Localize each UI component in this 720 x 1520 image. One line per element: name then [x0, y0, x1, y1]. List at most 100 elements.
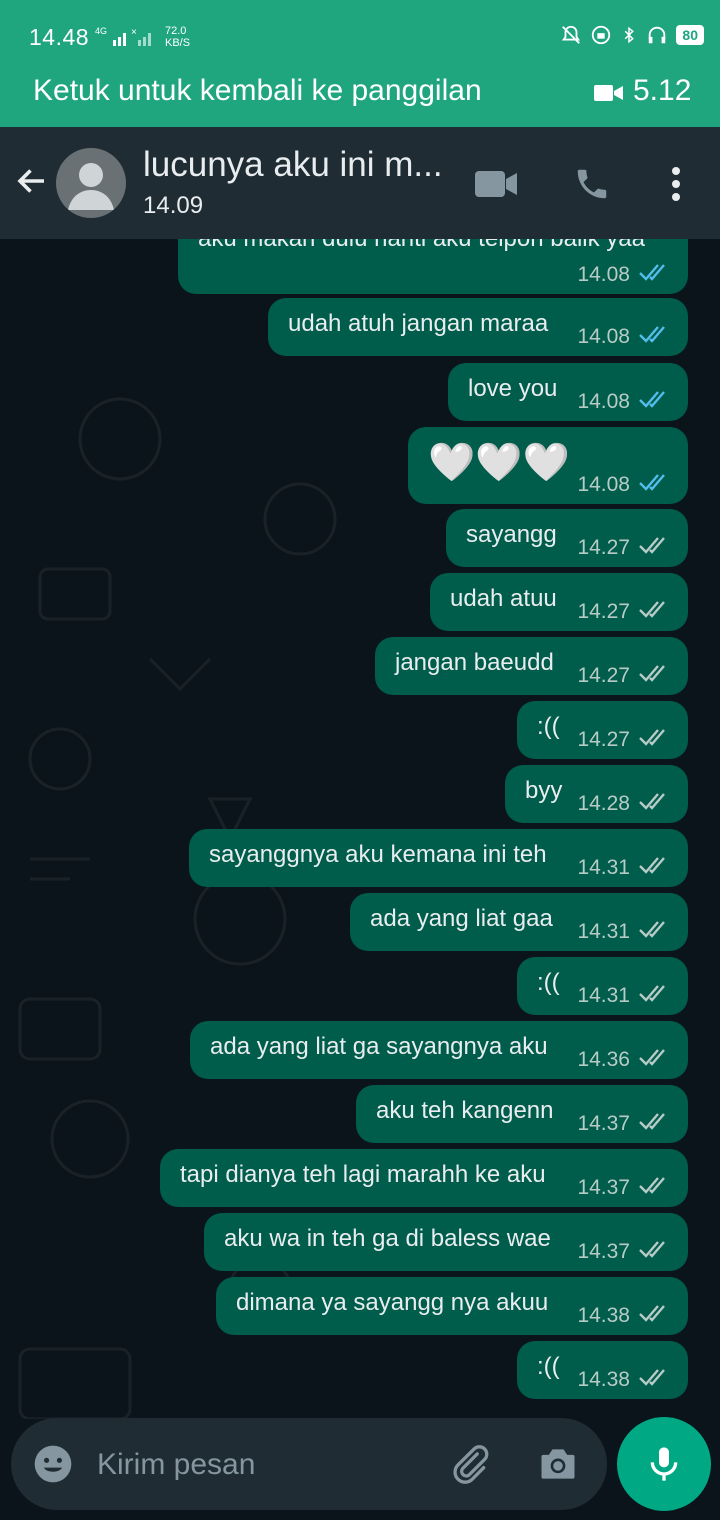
message-meta: 14.31 — [577, 855, 670, 881]
delivered-receipt-icon — [638, 535, 670, 561]
message-time: 14.38 — [577, 1368, 630, 1391]
message-time: 14.28 — [577, 792, 630, 815]
message-time: 14.36 — [577, 1048, 630, 1071]
call-banner-area: 14.48 4G × 72.0 KB/S 80 Ketuk untuk kemb… — [0, 0, 720, 127]
message-text: dimana ya sayangg nya akuu — [236, 1289, 549, 1316]
message-text: 🤍🤍🤍 — [428, 442, 570, 484]
message-time: 14.31 — [577, 984, 630, 1007]
more-vert-icon[interactable] — [670, 165, 682, 208]
message-bubble[interactable]: aku teh kangenn 14.37 — [356, 1085, 688, 1143]
message-time: 14.31 — [577, 856, 630, 879]
attach-icon[interactable] — [447, 1442, 491, 1491]
video-call-icon[interactable] — [474, 169, 518, 204]
message-bubble[interactable]: udah atuu 14.27 — [430, 573, 688, 631]
message-time: 14.08 — [577, 390, 630, 413]
delivered-receipt-icon — [638, 919, 670, 945]
last-seen: 14.09 — [143, 192, 204, 219]
message-composer: Kirim pesan — [11, 1418, 607, 1510]
call-duration: 5.12 — [633, 74, 692, 107]
message-text: :(( — [537, 1353, 560, 1380]
message-bubble[interactable]: byy 14.28 — [505, 765, 688, 823]
message-time: 14.27 — [577, 664, 630, 687]
message-meta: 14.08 — [577, 389, 670, 415]
message-text: udah atuh jangan maraa — [288, 310, 549, 337]
delivered-receipt-icon — [638, 855, 670, 881]
message-bubble[interactable]: jangan baeudd 14.27 — [375, 637, 688, 695]
signal-icon: 4G × — [95, 26, 157, 51]
message-text: aku teh kangenn — [376, 1097, 554, 1124]
message-meta: 14.37 — [577, 1239, 670, 1265]
message-time: 14.37 — [577, 1240, 630, 1263]
return-to-call-text[interactable]: Ketuk untuk kembali ke panggilan — [33, 74, 482, 108]
dnd-icon — [592, 25, 611, 45]
headphones-icon — [649, 26, 666, 44]
message-meta: 14.27 — [577, 727, 670, 753]
message-text: aku makan dulu nanti aku telpon balik ya… — [198, 239, 645, 253]
delivered-receipt-icon — [638, 791, 670, 817]
status-icons: 80 — [560, 24, 704, 46]
message-bubble[interactable]: udah atuh jangan maraa 14.08 — [268, 298, 688, 356]
message-text: byy — [525, 777, 563, 804]
message-bubble[interactable]: tapi dianya teh lagi marahh ke aku 14.37 — [160, 1149, 688, 1207]
message-time: 14.27 — [577, 600, 630, 623]
delivered-receipt-icon — [638, 599, 670, 625]
message-list[interactable]: aku makan dulu nanti aku telpon balik ya… — [0, 239, 720, 1419]
message-time: 14.38 — [577, 1304, 630, 1327]
speed-unit: KB/S — [165, 37, 191, 49]
read-receipt-icon — [638, 389, 670, 415]
message-time: 14.08 — [577, 473, 630, 496]
svg-text:×: × — [131, 27, 137, 38]
delivered-receipt-icon — [638, 983, 670, 1009]
message-bubble[interactable]: :(( 14.38 — [517, 1341, 688, 1399]
message-time: 14.08 — [577, 325, 630, 348]
status-time: 14.48 — [29, 24, 90, 50]
message-text: jangan baeudd — [395, 649, 554, 676]
message-input[interactable]: Kirim pesan — [97, 1448, 255, 1482]
network-type: 4G — [95, 26, 107, 36]
emoji-icon[interactable] — [31, 1442, 75, 1491]
message-bubble[interactable]: 🤍🤍🤍 14.08 — [408, 427, 688, 504]
message-meta: 14.27 — [577, 535, 670, 561]
message-time: 14.31 — [577, 920, 630, 943]
message-bubble[interactable]: dimana ya sayangg nya akuu 14.38 — [216, 1277, 688, 1335]
message-bubble[interactable]: ada yang liat gaa 14.31 — [350, 893, 688, 951]
contact-name[interactable]: lucunya aku ini m... — [143, 145, 458, 185]
message-bubble[interactable]: love you 14.08 — [448, 363, 688, 421]
avatar[interactable] — [56, 148, 126, 218]
back-arrow-icon[interactable] — [14, 163, 50, 204]
message-meta: 14.37 — [577, 1111, 670, 1137]
delivered-receipt-icon — [638, 1303, 670, 1329]
delivered-receipt-icon — [638, 1111, 670, 1137]
status-bar: 14.48 4G × 72.0 KB/S 80 — [0, 0, 720, 70]
message-bubble[interactable]: sayanggnya aku kemana ini teh 14.31 — [189, 829, 688, 887]
message-time: 14.37 — [577, 1112, 630, 1135]
message-bubble[interactable]: aku makan dulu nanti aku telpon balik ya… — [178, 239, 688, 294]
message-time: 14.27 — [577, 728, 630, 751]
phone-icon[interactable] — [573, 165, 611, 208]
video-camera-icon — [594, 82, 624, 109]
message-bubble[interactable]: :((14.27 — [517, 701, 688, 759]
message-meta: 14.27 — [577, 599, 670, 625]
net-speed: 72.0 KB/S — [165, 25, 190, 49]
camera-icon[interactable] — [536, 1442, 580, 1491]
message-meta: 14.31 — [577, 919, 670, 945]
message-bubble[interactable]: ada yang liat ga sayangnya aku 14.36 — [190, 1021, 688, 1079]
read-receipt-icon — [638, 324, 670, 350]
message-time: 14.37 — [577, 1176, 630, 1199]
message-text: udah atuu — [450, 585, 557, 612]
message-meta: 14.31 — [577, 983, 670, 1009]
message-bubble[interactable]: sayangg 14.27 — [446, 509, 688, 567]
message-meta: 14.28 — [577, 791, 670, 817]
message-meta: 14.38 — [577, 1303, 670, 1329]
message-meta: 14.08 — [577, 324, 670, 350]
message-meta: 14.36 — [577, 1047, 670, 1073]
bluetooth-icon — [625, 26, 635, 44]
message-meta: 14.27 — [577, 663, 670, 689]
message-bubble[interactable]: aku wa in teh ga di baless wae 14.37 — [204, 1213, 688, 1271]
message-text: :(( — [537, 969, 560, 996]
return-to-call-banner[interactable]: Ketuk untuk kembali ke panggilan 5.12 — [0, 70, 720, 127]
message-bubble[interactable]: :(( 14.31 — [517, 957, 688, 1015]
message-time: 14.08 — [577, 263, 630, 286]
delivered-receipt-icon — [638, 1239, 670, 1265]
mic-button[interactable] — [617, 1417, 711, 1511]
